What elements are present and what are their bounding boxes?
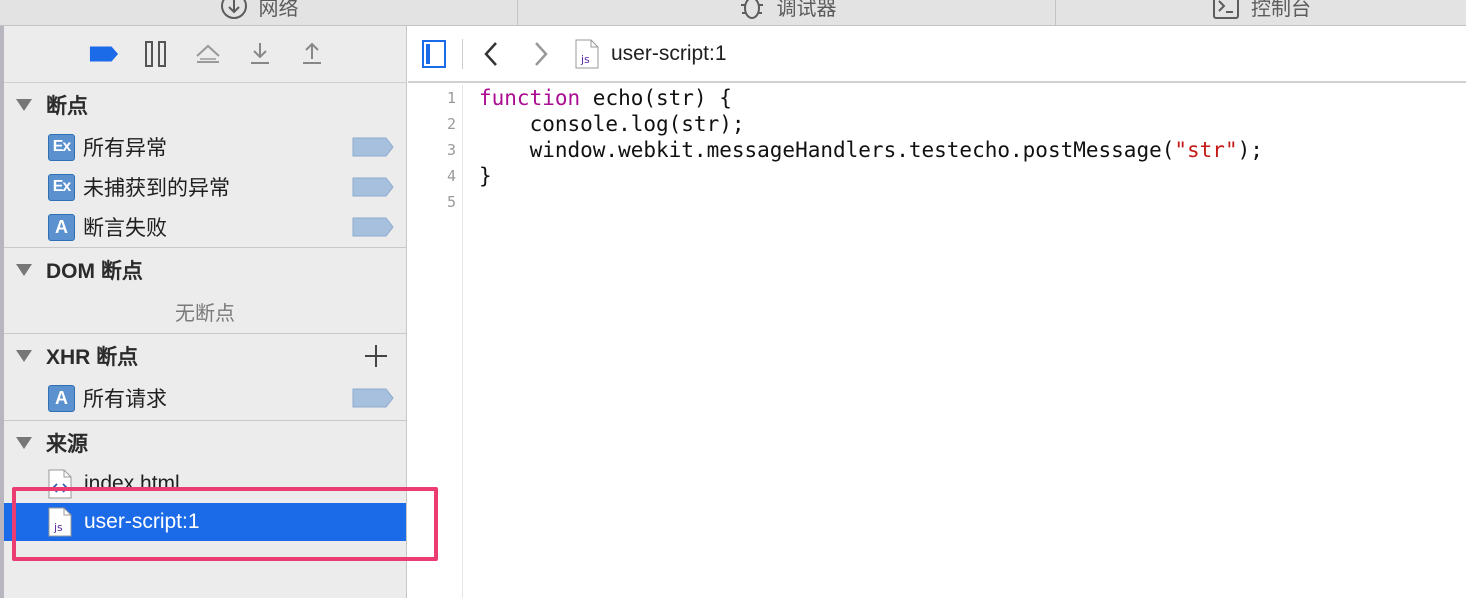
dom-breakpoints-section-header[interactable]: DOM 断点	[4, 248, 406, 292]
breakpoint-flag-icon[interactable]	[352, 388, 394, 408]
step-over-icon	[196, 44, 220, 63]
breakpoint-toggle-icon	[89, 46, 119, 62]
breakpoint-label: 断言失败	[83, 217, 167, 240]
toggle-sidebar-button[interactable]	[422, 39, 446, 68]
js-file-icon: js	[575, 39, 599, 68]
breakpoint-label: 所有请求	[83, 388, 167, 411]
web-inspector-window: 网络 调试器 控制台 断点 Ex 所有异常 Ex 未捕获到的异常 A 断言失败 …	[0, 0, 1466, 598]
breakpoint-flag-icon[interactable]	[352, 177, 394, 197]
line-number: 5	[446, 193, 456, 211]
code-token: window.webkit.messageHandlers.testecho.p…	[479, 138, 1175, 162]
line-number: 1	[446, 89, 456, 107]
disclosure-triangle-icon[interactable]	[16, 99, 32, 111]
add-xhr-breakpoint-button[interactable]	[362, 342, 390, 370]
string-token: "str"	[1174, 138, 1238, 162]
breakpoint-label: 未捕获到的异常	[83, 177, 230, 200]
js-file-icon: js	[48, 507, 72, 537]
line-number: 3	[446, 141, 456, 159]
console-icon	[1211, 0, 1241, 21]
line-number-gutter: 1 2 3 4 5	[408, 85, 463, 598]
source-editor-pane: js user-script:1 1 2 3 4 5 function echo…	[408, 26, 1466, 598]
breakpoint-label: 所有异常	[83, 137, 167, 160]
step-into-button[interactable]	[245, 39, 275, 69]
tab-debugger[interactable]: 调试器	[518, 0, 1056, 25]
breadcrumb-label: user-script:1	[611, 41, 727, 65]
chevron-left-icon	[484, 41, 497, 66]
exception-badge-icon: Ex	[48, 133, 75, 161]
pause-icon	[145, 41, 166, 67]
tab-console[interactable]: 控制台	[1056, 0, 1466, 25]
section-title: 来源	[46, 433, 88, 456]
xhr-breakpoint-all-requests[interactable]: A 所有请求	[4, 378, 406, 418]
file-label: user-script:1	[84, 510, 200, 533]
svg-text:js: js	[580, 53, 590, 66]
tab-label: 调试器	[776, 0, 837, 20]
breakpoint-flag-icon[interactable]	[352, 137, 394, 157]
code-line: }	[479, 164, 492, 188]
breakpoint-assertion-failures[interactable]: A 断言失败	[4, 207, 406, 247]
back-button[interactable]	[481, 40, 501, 68]
xhr-breakpoints-section-header[interactable]: XHR 断点	[4, 334, 406, 378]
breakpoint-flag-icon[interactable]	[352, 217, 394, 237]
step-over-button[interactable]	[193, 39, 223, 69]
code-token: echo(str) {	[580, 86, 732, 110]
sidebar-toggle-icon	[422, 39, 446, 68]
bug-icon	[737, 0, 767, 21]
disclosure-triangle-icon[interactable]	[16, 437, 32, 449]
no-breakpoints-text: 无断点	[175, 302, 235, 325]
source-file-user-script[interactable]: js user-script:1	[4, 503, 406, 541]
toolbar-separator	[462, 38, 463, 69]
code-line: console.log(str);	[479, 112, 745, 136]
debugger-toolbar	[4, 26, 406, 83]
tab-label: 网络	[258, 0, 299, 20]
inspector-tab-bar: 网络 调试器 控制台	[0, 0, 1466, 26]
step-into-icon	[251, 43, 269, 64]
disclosure-triangle-icon[interactable]	[16, 264, 32, 276]
keyword-token: function	[479, 86, 581, 110]
breakpoint-all-exceptions[interactable]: Ex 所有异常	[4, 127, 406, 167]
code-line: function echo(str) {	[479, 85, 1263, 111]
breakpoint-uncaught-exceptions[interactable]: Ex 未捕获到的异常	[4, 167, 406, 207]
svg-text:js: js	[53, 521, 63, 534]
network-icon	[219, 0, 249, 21]
chevron-right-icon	[535, 41, 548, 66]
section-title: XHR 断点	[46, 346, 139, 369]
request-badge-icon: A	[48, 384, 75, 412]
editor-toolbar: js user-script:1	[408, 26, 1466, 83]
tab-network[interactable]: 网络	[0, 0, 518, 25]
forward-button[interactable]	[531, 40, 551, 68]
code-line: window.webkit.messageHandlers.testecho.p…	[479, 137, 1263, 163]
pause-button[interactable]	[141, 39, 171, 69]
exception-badge-icon: Ex	[48, 173, 75, 201]
section-title: DOM 断点	[46, 260, 143, 283]
line-number: 4	[446, 167, 456, 185]
breakpoints-section-header[interactable]: 断点	[4, 83, 406, 127]
step-out-button[interactable]	[297, 39, 327, 69]
html-file-icon	[48, 469, 72, 499]
line-number: 2	[446, 115, 456, 133]
code-token: );	[1237, 138, 1263, 162]
toggle-breakpoints-button[interactable]	[89, 39, 119, 69]
file-label: index.html	[84, 472, 180, 495]
disclosure-triangle-icon[interactable]	[16, 350, 32, 362]
code-area[interactable]: function echo(str) { console.log(str); w…	[479, 85, 1263, 215]
sources-section-header[interactable]: 来源	[4, 421, 406, 465]
assertion-badge-icon: A	[48, 213, 75, 241]
debugger-sidebar: 断点 Ex 所有异常 Ex 未捕获到的异常 A 断言失败 DOM 断点 无断点 …	[4, 26, 407, 598]
tab-label: 控制台	[1251, 0, 1311, 20]
step-out-icon	[303, 42, 321, 64]
section-title: 断点	[46, 95, 88, 118]
breadcrumb[interactable]: js user-script:1	[575, 39, 727, 69]
source-file-index-html[interactable]: index.html	[4, 465, 406, 503]
